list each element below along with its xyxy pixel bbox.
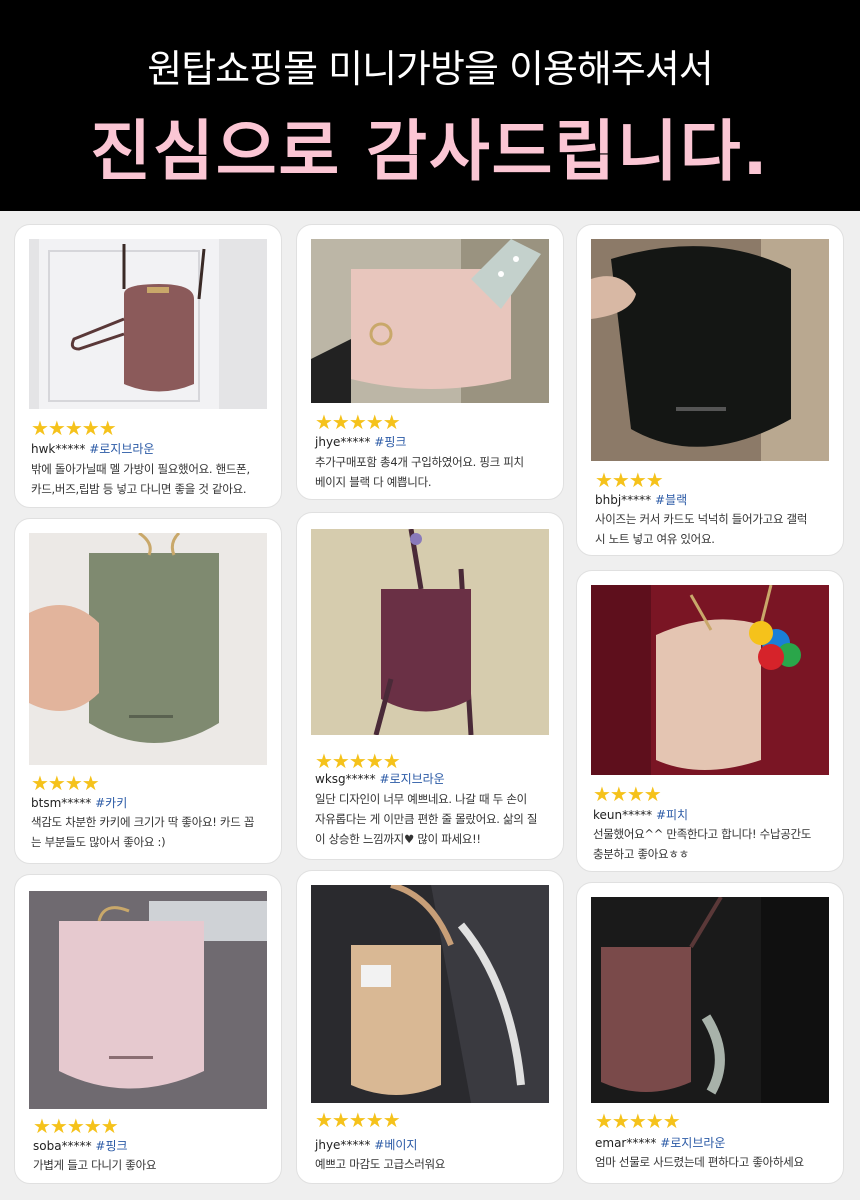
header-thanks-title: 진심으로 감사드립니다. <box>90 113 770 190</box>
review-meta: emar***** #로지브라운 <box>595 1136 725 1150</box>
review-meta: bhbj***** #블랙 <box>595 493 687 507</box>
review-line: 추가구매포함 총4개 구입하였어요. 핑크 피치 <box>315 455 524 469</box>
review-line: 자유롭다는 게 이만큼 편한 줄 몰랐어요. 삶의 질 <box>315 812 538 826</box>
review-text: 사이즈는 커서 카드도 넉넉히 들어가고요 갤럭 시 노트 넣고 여유 있어요. <box>595 509 835 549</box>
review-line: 밖에 돌아가닐때 멜 가방이 필요했어요. 핸드폰, <box>31 462 250 476</box>
review-photo[interactable] <box>591 897 829 1103</box>
review-meta: btsm***** #카키 <box>31 796 127 810</box>
review-card[interactable]: ★★★★ keun***** #피치 선물했어요^^ 만족한다고 합니다! 수납… <box>576 570 844 872</box>
review-user: bhbj***** <box>595 493 652 507</box>
review-card[interactable]: ★★★★★ soba***** #핑크 가볍게 들고 다니기 좋아요 <box>14 874 282 1184</box>
review-text: 엄마 선물로 사드렸는데 편하다고 좋아하세요 <box>595 1152 835 1172</box>
review-color-tag[interactable]: #베이지 <box>374 1138 417 1152</box>
review-meta: jhye***** #베이지 <box>315 1138 417 1152</box>
review-text: 추가구매포함 총4개 구입하였어요. 핑크 피치 베이지 블랙 다 예쁩니다. <box>315 452 555 492</box>
review-user: jhye***** <box>315 435 371 449</box>
review-card[interactable]: ★★★★★ jhye***** #베이지 예쁘고 마감도 고급스러워요 <box>296 870 564 1184</box>
review-color-tag[interactable]: #로지브라운 <box>379 772 444 786</box>
review-line: 엄마 선물로 사드렸는데 편하다고 좋아하세요 <box>595 1155 804 1169</box>
review-user: jhye***** <box>315 1138 371 1152</box>
review-line: 가볍게 들고 다니기 좋아요 <box>33 1158 157 1172</box>
rating-stars: ★★★★ <box>593 782 662 806</box>
review-meta: keun***** #피치 <box>593 808 688 822</box>
review-line: 충분하고 좋아요ㅎㅎ <box>593 847 689 861</box>
review-user: btsm***** <box>31 796 92 810</box>
review-card[interactable]: ★★★★★ jhye***** #핑크 추가구매포함 총4개 구입하였어요. 핑… <box>296 224 564 500</box>
review-text: 색감도 차분한 카키에 크기가 딱 좋아요! 카드 꼽 는 부분들도 많아서 좋… <box>31 812 273 852</box>
review-user: wksg***** <box>315 772 376 786</box>
review-line: 카드,버즈,립밤 등 넣고 다니면 좋을 것 같아요. <box>31 482 247 496</box>
review-text: 일단 디자인이 너무 예쁘네요. 나갈 때 두 손이 자유롭다는 게 이만큼 편… <box>315 789 559 849</box>
rating-stars: ★★★★★ <box>595 1109 681 1133</box>
review-photo[interactable] <box>29 891 267 1109</box>
review-line: 선물했어요^^ 만족한다고 합니다! 수납공간도 <box>593 827 812 841</box>
review-card[interactable]: ★★★★★ wksg***** #로지브라운 일단 디자인이 너무 예쁘네요. … <box>296 512 564 860</box>
review-card[interactable]: ★★★★ bhbj***** #블랙 사이즈는 커서 카드도 넉넉히 들어가고요… <box>576 224 844 556</box>
review-text: 예쁘고 마감도 고급스러워요 <box>315 1154 555 1174</box>
rating-stars: ★★★★ <box>595 468 664 492</box>
review-user: keun***** <box>593 808 653 822</box>
review-color-tag[interactable]: #피치 <box>656 808 688 822</box>
rating-stars: ★★★★★ <box>315 1108 401 1132</box>
review-color-tag[interactable]: #핑크 <box>95 1139 127 1153</box>
review-line: 색감도 차분한 카키에 크기가 딱 좋아요! 카드 꼽 <box>31 815 255 829</box>
review-line: 사이즈는 커서 카드도 넉넉히 들어가고요 갤럭 <box>595 512 808 526</box>
review-user: hwk***** <box>31 442 86 456</box>
review-line: 베이지 블랙 다 예쁩니다. <box>315 475 432 489</box>
review-photo[interactable] <box>29 239 267 409</box>
review-color-tag[interactable]: #로지브라운 <box>89 442 154 456</box>
review-line: 시 노트 넣고 여유 있어요. <box>595 532 715 546</box>
header-title: 원탑쇼핑몰 미니가방을 이용해주셔서 <box>147 47 714 91</box>
review-line: 이 상승한 느낌까지♥ 많이 파세요!! <box>315 832 481 846</box>
review-photo[interactable] <box>311 885 549 1103</box>
review-line: 예쁘고 마감도 고급스러워요 <box>315 1157 446 1171</box>
review-meta: wksg***** #로지브라운 <box>315 772 445 786</box>
review-user: soba***** <box>33 1139 92 1153</box>
review-text: 가볍게 들고 다니기 좋아요 <box>33 1155 273 1175</box>
review-meta: soba***** #핑크 <box>33 1139 128 1153</box>
header-banner: 원탑쇼핑몰 미니가방을 이용해주셔서 진심으로 감사드립니다. <box>0 0 860 211</box>
review-photo[interactable] <box>311 239 549 403</box>
review-meta: hwk***** #로지브라운 <box>31 442 154 456</box>
rating-stars: ★★★★★ <box>33 1114 119 1138</box>
review-color-tag[interactable]: #블랙 <box>655 493 687 507</box>
rating-stars: ★★★★★ <box>315 749 401 773</box>
review-photo[interactable] <box>29 533 267 765</box>
review-line: 일단 디자인이 너무 예쁘네요. 나갈 때 두 손이 <box>315 792 527 806</box>
review-photo[interactable] <box>591 239 829 461</box>
review-meta: jhye***** #핑크 <box>315 435 406 449</box>
review-user: emar***** <box>595 1136 657 1150</box>
review-card[interactable]: ★★★★ btsm***** #카키 색감도 차분한 카키에 크기가 딱 좋아요… <box>14 518 282 864</box>
review-text: 선물했어요^^ 만족한다고 합니다! 수납공간도 충분하고 좋아요ㅎㅎ <box>593 824 835 864</box>
review-photo[interactable] <box>591 585 829 775</box>
review-photo[interactable] <box>311 529 549 735</box>
rating-stars: ★★★★★ <box>31 416 117 440</box>
rating-stars: ★★★★ <box>31 771 100 795</box>
review-line: 는 부분들도 많아서 좋아요 :) <box>31 835 166 849</box>
rating-stars: ★★★★★ <box>315 410 401 434</box>
review-color-tag[interactable]: #카키 <box>95 796 127 810</box>
review-color-tag[interactable]: #핑크 <box>374 435 406 449</box>
review-card[interactable]: ★★★★★ emar***** #로지브라운 엄마 선물로 사드렸는데 편하다고… <box>576 882 844 1184</box>
review-text: 밖에 돌아가닐때 멜 가방이 필요했어요. 핸드폰, 카드,버즈,립밤 등 넣고… <box>31 459 273 499</box>
review-card[interactable]: ★★★★★ hwk***** #로지브라운 밖에 돌아가닐때 멜 가방이 필요했… <box>14 224 282 508</box>
review-color-tag[interactable]: #로지브라운 <box>660 1136 725 1150</box>
